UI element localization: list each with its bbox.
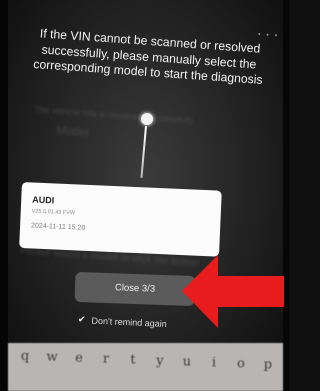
key-u[interactable]: u [176, 354, 199, 370]
vehicle-brand: AUDI [32, 194, 55, 206]
vehicle-date: 2024-11-11 15:20 [30, 222, 86, 232]
vehicle-model: V25.5.01.43 FVW [31, 208, 76, 217]
arrow-shape [182, 255, 284, 328]
red-arrow-icon [182, 255, 284, 328]
check-icon[interactable]: ✔ [78, 314, 86, 325]
pointer-dot-icon [141, 113, 153, 125]
key-q[interactable]: q [14, 348, 37, 364]
vehicle-card[interactable]: AUDI V25.5.01.43 FVW 2024-11-11 15:20 [19, 182, 222, 257]
key-e[interactable]: e [68, 350, 91, 366]
key-t[interactable]: t [122, 352, 145, 368]
key-o[interactable]: o [230, 356, 253, 372]
background-text: Model [55, 122, 90, 140]
key-w[interactable]: w [41, 349, 64, 365]
key-p[interactable]: p [257, 357, 280, 373]
keyboard: q w e r t y u i o p [8, 343, 283, 391]
keyboard-row: q w e r t y u i o p [14, 348, 280, 373]
device-bezel-left [0, 0, 8, 391]
device-bezel-right [283, 0, 289, 391]
close-guide-button[interactable]: Close 3/3 [74, 271, 196, 307]
status-indicator: • • • [257, 31, 280, 40]
key-y[interactable]: y [149, 353, 172, 369]
key-r[interactable]: r [95, 351, 118, 367]
key-i[interactable]: i [203, 355, 226, 371]
